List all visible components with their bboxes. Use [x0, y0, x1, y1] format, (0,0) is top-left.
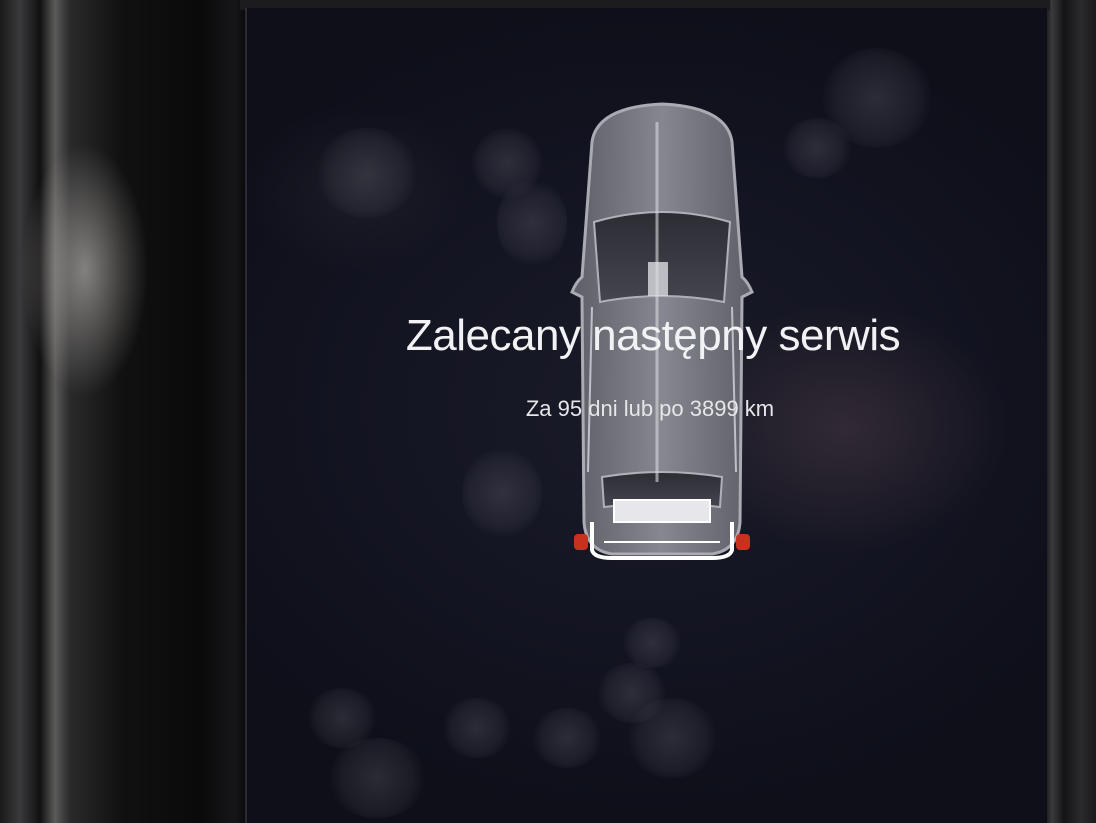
screen-smudge — [462, 448, 542, 538]
service-due-text: Za 95 dni lub po 3899 km — [525, 396, 775, 421]
screen-smudge — [442, 698, 512, 758]
screen-smudge — [317, 128, 417, 218]
screen-smudge — [532, 708, 602, 768]
photo-frame: Zalecany następny serwis Za 95 dni lub p… — [0, 0, 1096, 823]
screen-smudge — [327, 738, 427, 818]
screen-smudge — [622, 618, 682, 668]
screen-smudge — [497, 178, 567, 268]
screen-smudge — [782, 118, 852, 178]
service-title: Zalecany następny serwis — [405, 311, 901, 360]
left-bezel — [0, 0, 250, 823]
screen-smudge — [627, 698, 717, 778]
